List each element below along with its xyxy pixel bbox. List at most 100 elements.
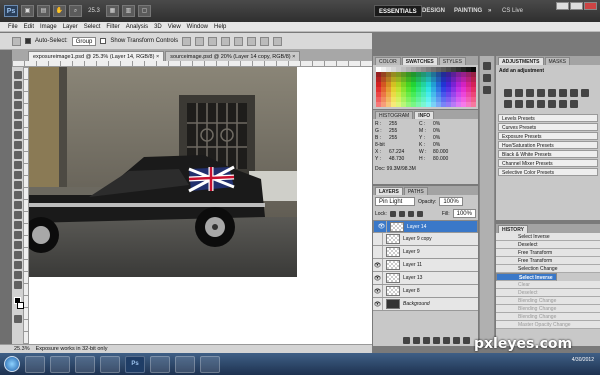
arrange-documents-icon[interactable]: ▥ (122, 5, 135, 17)
status-zoom[interactable]: 25.3% (14, 346, 30, 352)
blend-mode-dropdown[interactable]: Pin Light (375, 197, 415, 206)
align-right-icon[interactable] (247, 36, 257, 46)
visibility-eye-icon[interactable]: 👁 (377, 220, 387, 233)
collapsed-panel-icon[interactable] (483, 74, 491, 82)
menu-filter[interactable]: Filter (106, 24, 119, 30)
menu-3d[interactable]: 3D (154, 24, 162, 30)
zoom-level[interactable]: 25.3 (85, 8, 103, 14)
dodge-tool-icon[interactable] (13, 201, 22, 209)
gradient-tool-icon[interactable] (13, 181, 22, 189)
bridge-icon[interactable]: ▣ (21, 5, 34, 17)
preset-item[interactable]: Levels Presets (498, 114, 598, 122)
3d-rotate-tool-icon[interactable] (13, 251, 22, 259)
brightness-contrast-icon[interactable] (504, 89, 512, 97)
document-image[interactable] (29, 67, 297, 277)
add-mask-icon[interactable] (423, 337, 430, 344)
link-layers-icon[interactable] (403, 337, 410, 344)
history-item[interactable]: Blending Change (496, 305, 600, 313)
clone-stamp-tool-icon[interactable] (13, 151, 22, 159)
history-item[interactable]: Deselect (496, 289, 600, 297)
close-button[interactable] (584, 2, 597, 10)
menu-view[interactable]: View (168, 24, 181, 30)
tab-layers[interactable]: LAYERS (375, 187, 403, 195)
fill-field[interactable]: 100% (452, 209, 476, 218)
history-item[interactable]: Blending Change (496, 297, 600, 305)
auto-align-icon[interactable] (273, 36, 283, 46)
preset-item[interactable]: Black & White Presets (498, 150, 598, 158)
layer-row[interactable]: Layer 9 (373, 246, 478, 259)
trash-icon[interactable] (463, 337, 470, 344)
preset-item[interactable]: Exposure Presets (498, 132, 598, 140)
menu-select[interactable]: Select (84, 24, 101, 30)
threshold-icon[interactable] (548, 100, 556, 108)
maximize-button[interactable] (570, 2, 583, 10)
preset-item[interactable]: Channel Mixer Presets (498, 159, 598, 167)
3d-orbit-tool-icon[interactable] (13, 261, 22, 269)
tab-swatches[interactable]: SWATCHES (401, 57, 438, 65)
history-item[interactable]: Selection Change (496, 265, 600, 273)
zoom-tool-icon[interactable]: ⌕ (69, 5, 82, 17)
black-white-icon[interactable] (581, 89, 589, 97)
preset-item[interactable]: Curves Presets (498, 123, 598, 131)
visibility-eye-icon[interactable]: 👁 (373, 298, 383, 310)
pen-tool-icon[interactable] (13, 211, 22, 219)
taskbar-photoshop[interactable]: Ps (125, 355, 145, 373)
layer-row[interactable]: 👁 Layer 13 (373, 272, 478, 285)
taskbar-app-icon[interactable] (200, 355, 220, 373)
visibility-eye-icon[interactable]: 👁 (373, 285, 383, 297)
move-tool-icon[interactable] (12, 36, 21, 46)
workspace-more[interactable]: » (484, 5, 495, 17)
shape-tool-icon[interactable] (13, 241, 22, 249)
menu-edit[interactable]: Edit (24, 24, 34, 30)
tab-adjustments[interactable]: ADJUSTMENTS (498, 57, 544, 65)
move-tool-icon[interactable] (13, 71, 22, 79)
blur-tool-icon[interactable] (13, 191, 22, 199)
align-middle-icon[interactable] (195, 36, 205, 46)
path-select-tool-icon[interactable] (13, 231, 22, 239)
visibility-eye-icon[interactable] (373, 233, 383, 245)
tab-masks[interactable]: MASKS (544, 57, 571, 65)
workspace-design[interactable]: DESIGN (418, 5, 449, 17)
history-item[interactable]: Master Opacity Change (496, 321, 600, 329)
new-layer-icon[interactable] (453, 337, 460, 344)
curves-icon[interactable] (526, 89, 534, 97)
visibility-eye-icon[interactable]: 👁 (373, 272, 383, 284)
lock-position-icon[interactable] (407, 210, 414, 217)
history-item[interactable]: Deselect (496, 241, 600, 249)
screen-mode-icon[interactable]: ▢ (138, 5, 151, 17)
layer-row[interactable]: 👁 Layer 14 (373, 220, 478, 233)
gradient-map-icon[interactable] (559, 100, 567, 108)
lock-all-icon[interactable] (416, 210, 423, 217)
levels-icon[interactable] (515, 89, 523, 97)
tab-paths[interactable]: PATHS (403, 187, 428, 195)
quick-select-tool-icon[interactable] (13, 101, 22, 109)
hue-saturation-icon[interactable] (559, 89, 567, 97)
start-button[interactable] (4, 356, 20, 372)
workspace-painting[interactable]: PAINTING (450, 5, 486, 17)
history-item[interactable]: Blending Change (496, 313, 600, 321)
tab-color[interactable]: COLOR (375, 57, 401, 65)
history-brush-tool-icon[interactable] (13, 161, 22, 169)
workspace-essentials[interactable]: ESSENTIALS (374, 5, 422, 17)
swatch-grid[interactable] (373, 65, 478, 109)
layer-row[interactable]: 👁 Background (373, 298, 478, 311)
history-item[interactable]: Clear (496, 281, 600, 289)
brush-tool-icon[interactable] (13, 141, 22, 149)
auto-select-checkbox[interactable] (25, 38, 31, 44)
exposure-icon[interactable] (537, 89, 545, 97)
lock-image-icon[interactable] (398, 210, 405, 217)
minibridge-icon[interactable]: ▤ (37, 5, 50, 17)
align-left-icon[interactable] (221, 36, 231, 46)
layer-row[interactable]: Layer 9 copy (373, 233, 478, 246)
posterize-icon[interactable] (537, 100, 545, 108)
tab-histogram[interactable]: HISTOGRAM (375, 111, 414, 119)
history-item[interactable]: Free Transform (496, 249, 600, 257)
color-balance-icon[interactable] (570, 89, 578, 97)
minimize-button[interactable] (556, 2, 569, 10)
system-clock[interactable]: 4/30/2012 (572, 357, 594, 363)
visibility-eye-icon[interactable]: 👁 (373, 259, 383, 271)
hand-tool-icon[interactable] (13, 271, 22, 279)
history-item[interactable]: Select Inverse (496, 273, 557, 281)
layer-row[interactable]: 👁 Layer 11 (373, 259, 478, 272)
auto-select-dropdown[interactable]: Group (71, 36, 97, 46)
